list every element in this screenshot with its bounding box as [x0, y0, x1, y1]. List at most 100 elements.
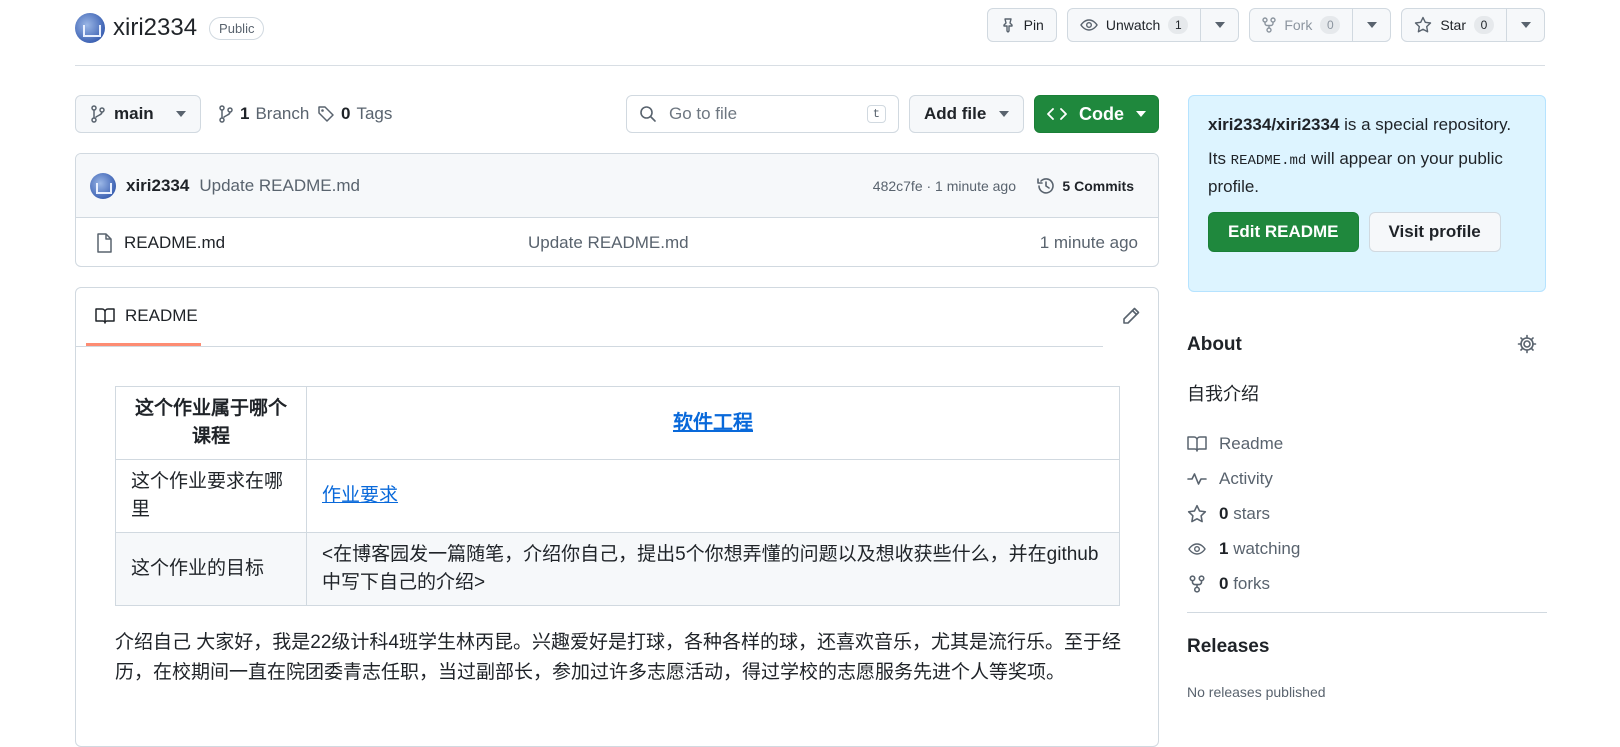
- branch-selector[interactable]: main: [75, 95, 201, 133]
- tag-icon: [317, 105, 335, 123]
- star-dropdown[interactable]: [1506, 9, 1544, 41]
- tag-count-label: Tags: [356, 104, 393, 123]
- commit-author[interactable]: xiri2334: [126, 176, 189, 196]
- search-shortcut-hint: t: [866, 105, 886, 123]
- commits-count-label: 5 Commits: [1062, 177, 1134, 194]
- watching-label: watching: [1233, 538, 1301, 558]
- about-activity-label: Activity: [1219, 468, 1273, 488]
- caret-down-icon: [1520, 22, 1531, 28]
- star-label: Star: [1440, 17, 1466, 33]
- pencil-icon[interactable]: [1121, 306, 1141, 326]
- repo-name[interactable]: xiri2334: [113, 14, 197, 42]
- readme-tabbar: README: [76, 288, 1140, 347]
- file-updated-time: 1 minute ago: [1039, 232, 1138, 252]
- branch-name: main: [114, 104, 154, 123]
- code-label: Code: [1079, 103, 1124, 124]
- watch-count: 1: [1168, 16, 1189, 34]
- readme-tab[interactable]: README: [86, 288, 201, 346]
- book-icon: [1187, 435, 1207, 453]
- readme-table: 这个作业属于哪个课程 软件工程 这个作业要求在哪里 作业要求 这个作业的目标 <…: [115, 386, 1120, 606]
- releases-title[interactable]: Releases: [1187, 636, 1269, 658]
- gear-icon[interactable]: [1517, 334, 1537, 354]
- table-header-value: 软件工程: [306, 386, 1120, 460]
- about-readme-label: Readme: [1219, 433, 1284, 453]
- stars-count: 0: [1219, 503, 1229, 523]
- pin-button[interactable]: Pin: [986, 8, 1057, 42]
- eye-icon: [1080, 17, 1098, 33]
- forks-count: 0: [1219, 573, 1229, 593]
- sidebar-divider: [1187, 612, 1547, 613]
- add-file-label: Add file: [924, 104, 987, 123]
- watching-count: 1: [1219, 538, 1229, 558]
- tag-count: 0: [341, 104, 351, 123]
- branch-count: 1: [240, 104, 250, 123]
- caret-down-icon: [999, 111, 1009, 117]
- watch-dropdown[interactable]: [1200, 9, 1238, 41]
- special-line-1: xiri2334/xiri2334 is a special repositor…: [1208, 112, 1526, 138]
- pin-icon: [1000, 17, 1016, 33]
- fork-icon: [1262, 17, 1277, 33]
- code-icon: [1047, 107, 1067, 121]
- tags-link[interactable]: 0 Tags: [317, 95, 392, 133]
- table-cell-key: 这个作业的目标: [115, 532, 307, 606]
- special-actions: Edit README Visit profile: [1208, 212, 1526, 252]
- table-row: 这个作业的目标 <在博客园发一篇随笔，介绍你自己，提出5个你想弄懂的问题以及想收…: [115, 532, 1120, 606]
- commit-author-avatar[interactable]: [90, 172, 116, 199]
- commit-meta[interactable]: 482c7fe · 1 minute ago: [873, 178, 1016, 194]
- about-forks-link[interactable]: 0 forks: [1187, 566, 1547, 601]
- caret-down-icon: [1366, 22, 1377, 28]
- star-button[interactable]: Star 0: [1401, 8, 1545, 42]
- file-icon: [96, 232, 112, 253]
- code-button[interactable]: Code: [1034, 95, 1159, 133]
- caret-down-icon: [1136, 111, 1146, 117]
- commits-link[interactable]: 5 Commits: [1036, 176, 1134, 196]
- watch-label: Unwatch: [1105, 17, 1161, 33]
- go-to-file-input[interactable]: [667, 103, 857, 125]
- fork-label: Fork: [1284, 17, 1313, 33]
- releases-note: No releases published: [1187, 684, 1326, 700]
- about-readme-link[interactable]: Readme: [1187, 426, 1547, 461]
- file-commit-message[interactable]: Update README.md: [528, 233, 689, 253]
- fork-icon: [1187, 574, 1207, 593]
- table-row: 这个作业要求在哪里 作业要求: [115, 459, 1120, 533]
- search-icon: [639, 105, 657, 123]
- repo-header: xiri2334 Public Pin Unwatch 1 Fork 0 Sta…: [75, 0, 1545, 66]
- add-file-button[interactable]: Add file: [909, 95, 1024, 133]
- forks-label: forks: [1233, 573, 1271, 593]
- file-row[interactable]: README.md Update README.md 1 minute ago: [76, 218, 1158, 266]
- star-count: 0: [1474, 16, 1494, 34]
- special-line-2-prefix: Its: [1208, 149, 1231, 168]
- watch-button[interactable]: Unwatch 1: [1066, 8, 1240, 42]
- branches-link[interactable]: 1 Branch: [218, 95, 309, 133]
- stars-label: stars: [1233, 503, 1271, 523]
- visit-profile-button[interactable]: Visit profile: [1368, 212, 1501, 252]
- go-to-file-search[interactable]: t: [626, 95, 899, 133]
- table-row: 这个作业属于哪个课程 软件工程: [115, 386, 1120, 460]
- about-links: Readme Activity 0 stars 1 watching 0 for…: [1187, 426, 1547, 601]
- about-stars-text: 0 stars: [1219, 504, 1270, 524]
- table-cell-value: <在博客园发一篇随笔，介绍你自己，提出5个你想弄懂的问题以及想收获些什么，并在g…: [306, 532, 1120, 606]
- table-cell-key: 这个作业要求在哪里: [115, 459, 307, 533]
- edit-readme-button[interactable]: Edit README: [1208, 212, 1359, 252]
- about-stars-link[interactable]: 0 stars: [1187, 496, 1547, 531]
- about-watching-link[interactable]: 1 watching: [1187, 531, 1547, 566]
- caret-down-icon: [176, 111, 186, 117]
- fork-button[interactable]: Fork 0: [1249, 8, 1392, 42]
- table-header-key: 这个作业属于哪个课程: [115, 386, 307, 460]
- branch-count-label: Branch: [255, 104, 310, 123]
- pin-label: Pin: [1023, 17, 1044, 33]
- branch-icon: [90, 105, 106, 123]
- special-repo-notice: xiri2334/xiri2334 is a special repositor…: [1188, 95, 1546, 292]
- file-name[interactable]: README.md: [124, 233, 225, 253]
- special-line-1-suffix: is a special repository.: [1339, 115, 1512, 134]
- pulse-icon: [1187, 470, 1207, 488]
- owner-avatar[interactable]: [75, 13, 105, 43]
- commit-message[interactable]: Update README.md: [199, 176, 360, 196]
- about-watching-text: 1 watching: [1219, 539, 1300, 559]
- course-link[interactable]: 软件工程: [322, 409, 1104, 437]
- requirement-link[interactable]: 作业要求: [322, 485, 398, 506]
- fork-dropdown[interactable]: [1352, 9, 1390, 41]
- repo-title: xiri2334 Public: [75, 10, 265, 46]
- about-activity-link[interactable]: Activity: [1187, 461, 1547, 496]
- eye-icon: [1187, 541, 1207, 557]
